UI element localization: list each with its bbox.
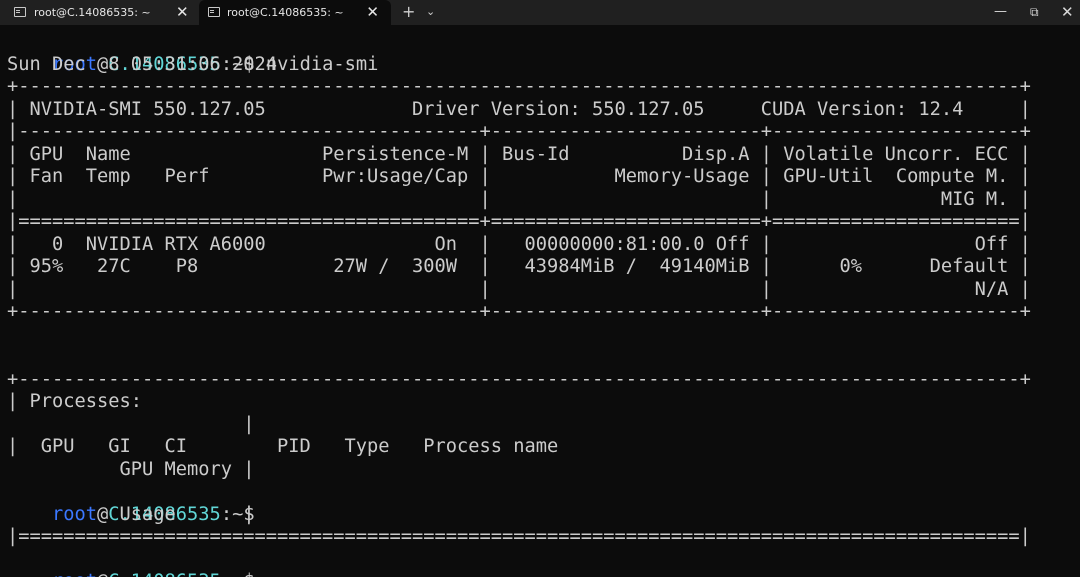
tab-1-title: root@C.14086535: ~ [34,6,151,19]
output-line: +---------------------------------------… [7,368,1031,390]
window-close-button[interactable]: ✕ [1061,3,1074,21]
output-line: Usage | [7,503,255,525]
title-bar: root@C.14086535: ~ ✕ root@C.14086535: ~ … [0,0,1080,25]
output-line: |---------------------------------------… [7,121,1031,142]
output-line: | [7,413,255,435]
output-line: GPU Memory | [7,458,255,480]
terminal-icon [14,7,26,17]
prompt-line: root@C.14086535:~$ [7,481,1077,525]
prompt-user: root [52,571,97,577]
output-line: +---------------------------------------… [7,301,1031,322]
prompt-suffix: :~$ [221,571,255,577]
tab-2[interactable]: root@C.14086535: ~ ✕ [199,0,391,25]
output-line: |=======================================… [7,526,1031,547]
output-line: | 95% 27C P8 27W / 300W | 43984MiB / 491… [7,256,1031,277]
prompt-host: C.14086535 [108,571,221,577]
tab-1[interactable]: root@C.14086535: ~ ✕ [0,0,197,25]
output-line: | GPU Name Persistence-M | Bus-Id Disp.A… [7,143,1031,165]
terminal-icon [208,7,220,17]
close-icon[interactable]: ✕ [366,3,379,21]
output-line: |=======================================… [7,211,1031,232]
terminal-output[interactable]: root@C.14086535:~$ nvidia-smi Sun Dec 8 … [7,31,1080,577]
output-tail: -------+ [255,571,1080,577]
output-line: | Fan Temp Perf Pwr:Usage/Cap | Memory-U… [7,166,1031,187]
minimize-button[interactable]: — [994,3,1007,21]
output-line: Sun Dec 8 05:31:06 2024 [7,53,278,75]
output-line: | 0 NVIDIA RTX A6000 On | 00000000:81:00… [7,233,1031,255]
output-line: | | | N/A | [7,278,1031,300]
tab-dropdown-button[interactable]: ⌄ [426,4,435,20]
output-line: | NVIDIA-SMI 550.127.05 Driver Version: … [7,98,1031,120]
prompt-line: root@C.14086535:~$ -------+ [7,549,1080,577]
maximize-button[interactable]: ⧉ [1030,3,1039,21]
output-line: | | | MIG M. | [7,188,1031,210]
output-line: +---------------------------------------… [7,76,1031,97]
close-icon[interactable]: ✕ [176,3,189,21]
output-line: | Processes: [7,391,143,412]
new-tab-button[interactable]: + [402,2,415,22]
prompt-line: root@C.14086535:~$ nvidia-smi [7,31,1077,75]
output-line: | GPU GI CI PID Type Process name [7,436,559,457]
tab-2-title: root@C.14086535: ~ [227,6,344,19]
prompt-at: @ [97,571,108,577]
